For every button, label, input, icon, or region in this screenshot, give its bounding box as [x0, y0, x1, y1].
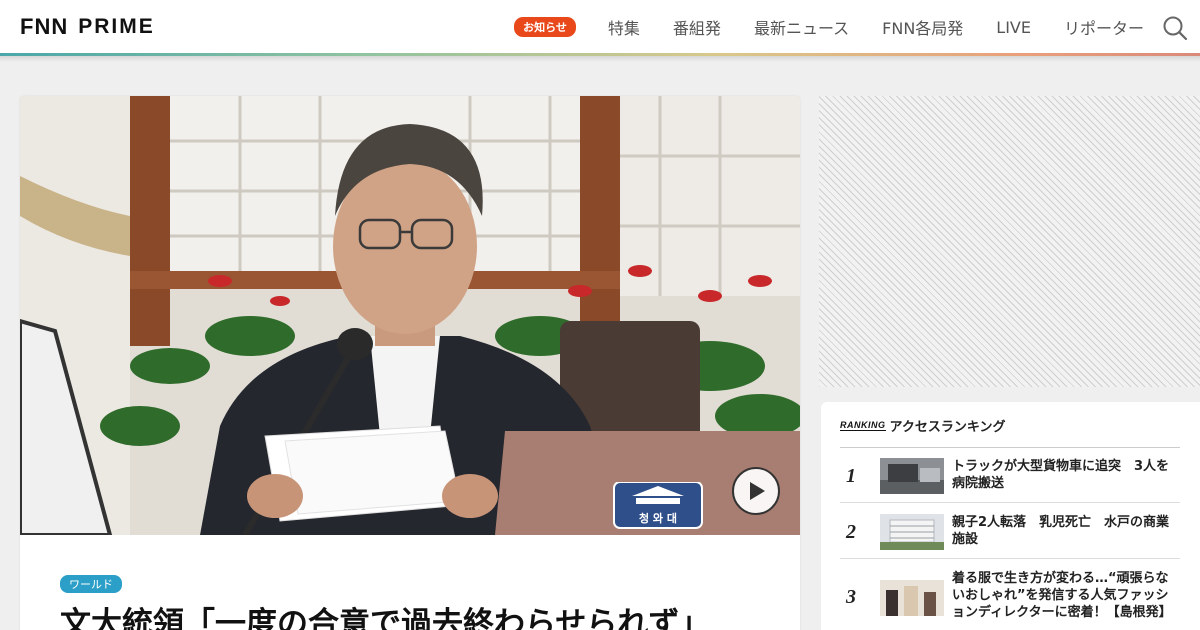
- logo-fnn-text: FNN: [20, 14, 69, 39]
- notice-badge[interactable]: お知らせ: [514, 17, 576, 37]
- nav-item-live[interactable]: LIVE: [996, 18, 1031, 37]
- ranking-item-1[interactable]: 1 トラックが大型貨物車に追突 3人を病院搬送: [840, 448, 1180, 503]
- seal-text: 청 와 대: [639, 511, 677, 525]
- nav-item-reporters[interactable]: リポーター: [1064, 15, 1144, 39]
- ranking-item-3[interactable]: 3 着る服で生き方が変わる…“頑張らないおしゃれ”を発信する人気ファッションディ…: [840, 560, 1180, 630]
- seal-graphic: 청 와 대: [613, 481, 703, 529]
- ranking-header: RANKING アクセスランキング: [840, 416, 1005, 435]
- ranking-item-title: 着る服で生き方が変わる…“頑張らないおしゃれ”を発信する人気ファッションディレク…: [952, 571, 1172, 620]
- ranking-item-divider: [840, 558, 1180, 559]
- ranking-logo: RANKING: [840, 420, 886, 431]
- nav-item-features[interactable]: 特集: [608, 15, 640, 39]
- ranking-thumbnail: [880, 514, 944, 550]
- rank-number: 1: [846, 465, 856, 487]
- nav-item-fnn-stations[interactable]: FNN各局発: [882, 15, 963, 39]
- ranking-item-2[interactable]: 2 親子2人転落 乳児死亡 水戸の商業施設: [840, 504, 1180, 559]
- article-headline[interactable]: 文大統領「一度の合意で過去終わらせられず」: [60, 598, 710, 630]
- ranking-panel: RANKING アクセスランキング 1 トラックが大型貨物車に追突 3人を病院搬…: [821, 402, 1200, 630]
- category-badge[interactable]: ワールド: [60, 575, 122, 593]
- main-nav: お知らせ 特集 番組発 最新ニュース FNN各局発 LIVE リポーター: [514, 0, 1144, 54]
- play-button[interactable]: [732, 467, 780, 515]
- blue-house-seal: 청 와 대: [612, 481, 704, 530]
- site-header: FNN PRIME お知らせ 特集 番組発 最新ニュース FNN各局発 LIVE…: [0, 0, 1200, 54]
- ranking-item-divider: [840, 502, 1180, 503]
- article-hero-image[interactable]: 청 와 대: [20, 96, 800, 535]
- logo-prime-text: PRIME: [78, 15, 155, 38]
- ranking-thumbnail: [880, 580, 944, 616]
- logo-fnn: FNN: [20, 16, 68, 38]
- ranking-title: アクセスランキング: [889, 420, 1006, 435]
- ad-placeholder: [819, 96, 1200, 387]
- ranking-thumbnail: [880, 458, 944, 494]
- fnn-prime-logo[interactable]: FNN PRIME: [20, 15, 155, 39]
- ranking-item-title: トラックが大型貨物車に追突 3人を病院搬送: [952, 459, 1170, 491]
- search-icon[interactable]: [1162, 15, 1188, 41]
- nav-item-latest-news[interactable]: 最新ニュース: [754, 15, 849, 39]
- ranking-item-title: 親子2人転落 乳児死亡 水戸の商業施設: [952, 515, 1170, 547]
- header-shadow: [0, 56, 1200, 62]
- rank-number: 3: [846, 586, 856, 608]
- rank-number: 2: [846, 521, 856, 543]
- nav-item-programs[interactable]: 番組発: [673, 15, 721, 39]
- hero-photo: [20, 96, 800, 535]
- featured-article-card[interactable]: 청 와 대 ワールド 文大統領「一度の合意で過去終わらせられず」: [20, 96, 800, 630]
- play-icon: [750, 482, 765, 500]
